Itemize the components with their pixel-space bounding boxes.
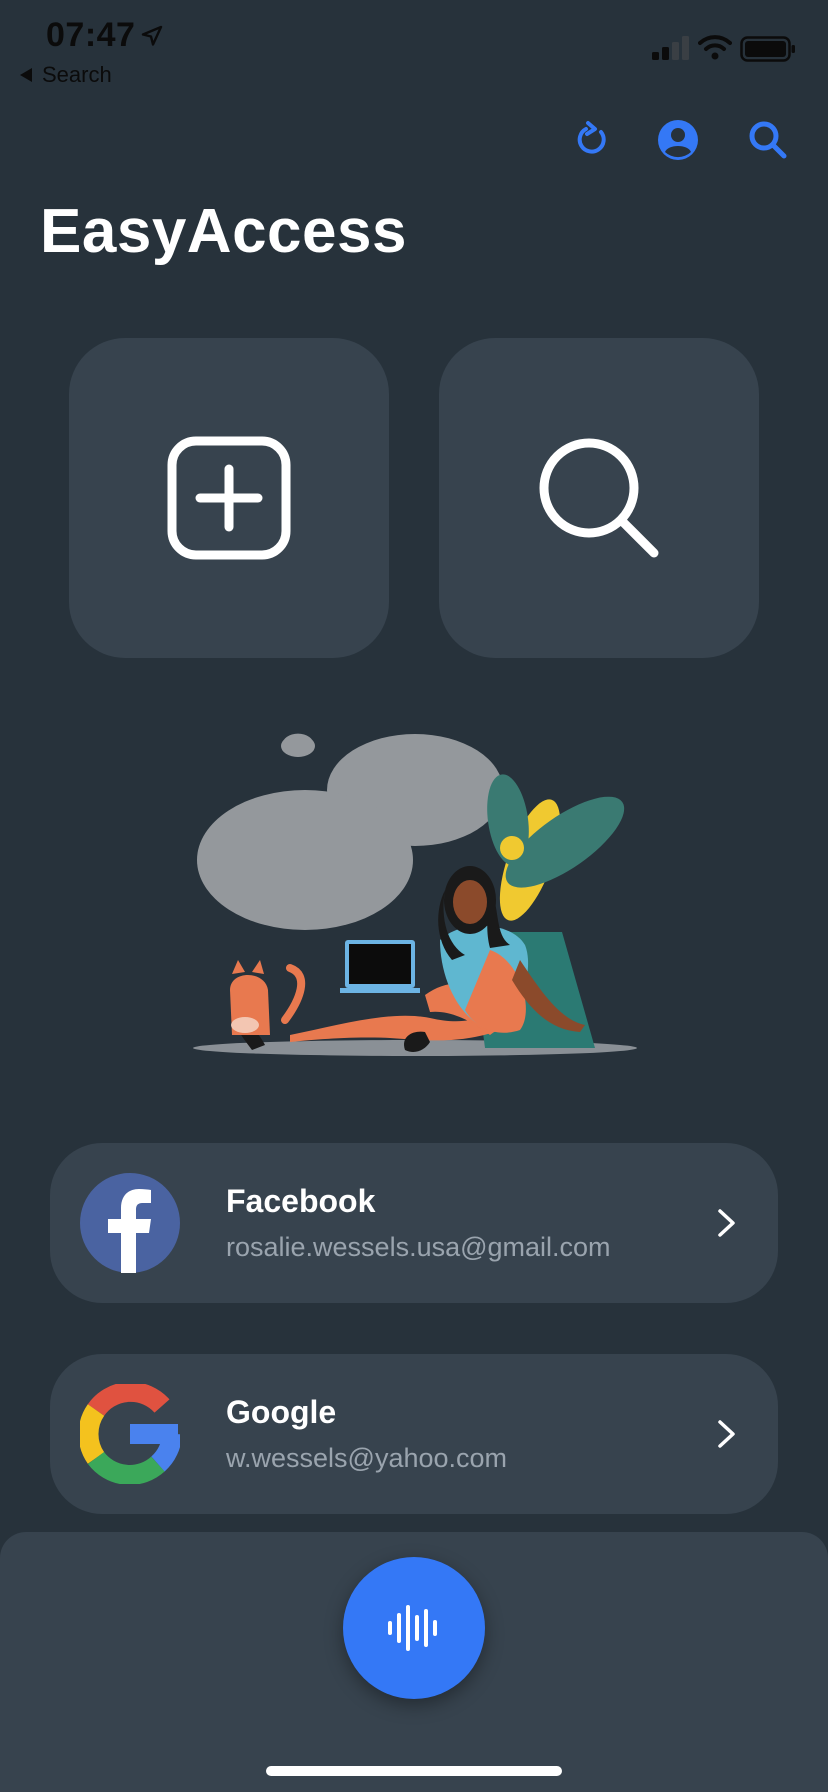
search-button[interactable]	[744, 116, 792, 164]
facebook-logo	[80, 1173, 180, 1273]
account-email: w.wessels@yahoo.com	[226, 1443, 508, 1473]
chevron-right-icon	[718, 1420, 735, 1448]
app-title: EasyAccess	[40, 197, 407, 266]
back-to-search-link[interactable]: Search	[20, 62, 112, 88]
voice-waveform-icon	[388, 1605, 437, 1651]
app-screen: 07:47 Search EasyAccess Facebook rosalie…	[0, 0, 828, 1792]
google-logo	[80, 1384, 180, 1484]
battery-icon	[740, 36, 795, 62]
refresh-button[interactable]	[568, 116, 616, 164]
voice-input-button[interactable]	[343, 1557, 485, 1699]
profile-button[interactable]	[654, 116, 702, 164]
add-account-tile[interactable]	[69, 338, 389, 658]
account-email: rosalie.wessels.usa@gmail.com	[226, 1232, 611, 1262]
home-indicator[interactable]	[266, 1766, 562, 1776]
account-name: Facebook	[226, 1183, 376, 1219]
search-icon	[749, 121, 787, 159]
search-accounts-tile[interactable]	[439, 338, 759, 658]
status-time: 07:47	[46, 16, 136, 54]
account-card-google[interactable]: Google w.wessels@yahoo.com	[50, 1354, 778, 1514]
chevron-right-icon	[718, 1209, 735, 1237]
account-card-facebook[interactable]: Facebook rosalie.wessels.usa@gmail.com	[50, 1143, 778, 1303]
profile-icon	[658, 120, 698, 160]
cellular-signal-icon	[652, 36, 689, 60]
woman-with-laptop-illustration	[193, 733, 637, 1056]
back-search-label: Search	[42, 62, 112, 87]
location-arrow-icon	[141, 25, 163, 46]
search-icon	[539, 438, 659, 558]
account-name: Google	[226, 1394, 337, 1430]
refresh-icon	[577, 121, 606, 154]
wifi-icon	[698, 35, 732, 60]
add-square-icon	[167, 436, 291, 560]
back-triangle-icon	[20, 68, 32, 82]
